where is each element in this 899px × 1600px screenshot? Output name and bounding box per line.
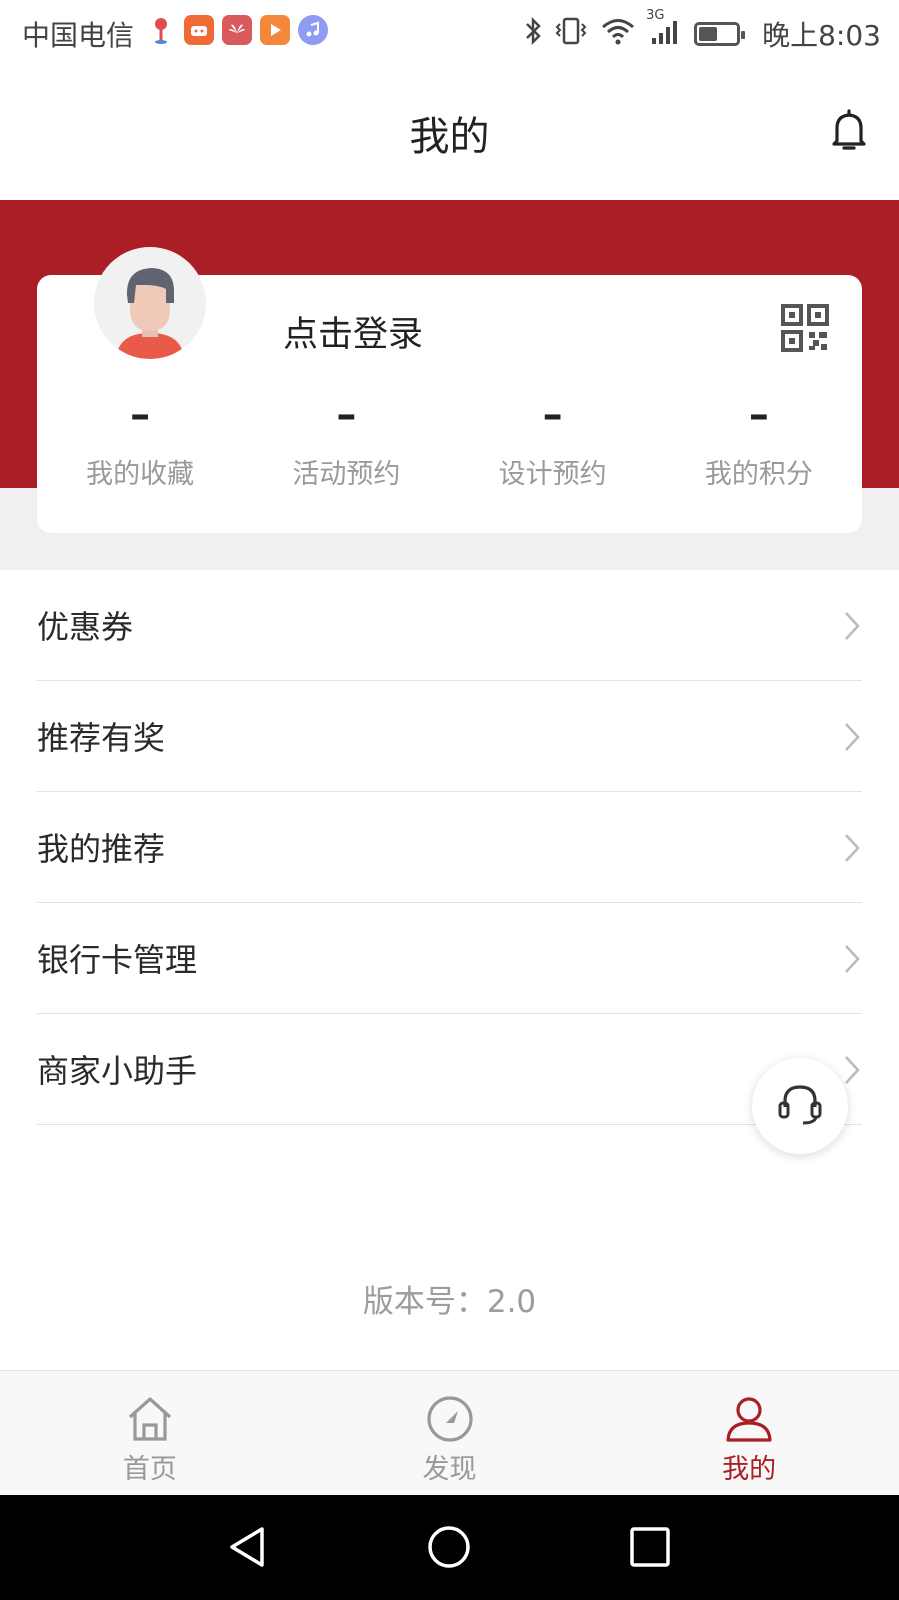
chevron-right-icon: [842, 1054, 862, 1086]
login-link[interactable]: 点击登录: [283, 306, 423, 357]
stat-label: 活动预约: [292, 459, 401, 490]
profile-stats: – 我的收藏 – 活动预约 – 设计预约 – 我的积分: [37, 392, 862, 500]
stat-points[interactable]: – 我的积分: [656, 392, 862, 500]
headset-icon: [775, 1079, 825, 1133]
stat-label: 我的积分: [704, 459, 813, 490]
page-title: 我的: [409, 114, 490, 160]
menu-list: 优惠券 推荐有奖 我的推荐 银行卡管理 商家小助手: [0, 570, 899, 1125]
tab-label: 我的: [722, 1454, 777, 1485]
carrier-name: 中国电信: [22, 19, 135, 52]
menu-item-my-referrals[interactable]: 我的推荐: [37, 792, 862, 903]
music-icon: [298, 15, 328, 45]
menu-item-label: 我的推荐: [37, 830, 166, 868]
customer-service-button[interactable]: [752, 1058, 848, 1154]
tab-home[interactable]: 首页: [0, 1371, 300, 1495]
bottom-tab-bar: 首页 发现 我的: [0, 1370, 899, 1495]
home-icon: [124, 1393, 176, 1445]
stat-value: –: [130, 392, 151, 438]
wifi-icon: [600, 16, 636, 53]
tab-mine[interactable]: 我的: [599, 1371, 899, 1495]
recent-apps-icon[interactable]: [626, 1523, 674, 1571]
notification-icons: [146, 15, 328, 45]
menu-item-label: 银行卡管理: [37, 941, 198, 979]
video-icon: [260, 15, 290, 45]
stat-favorites[interactable]: – 我的收藏: [37, 392, 243, 500]
chevron-right-icon: [842, 832, 862, 864]
tab-label: 首页: [122, 1454, 177, 1485]
battery-icon: [694, 22, 746, 46]
stat-event-booking[interactable]: – 活动预约: [243, 392, 449, 500]
status-time: 晚上8:03: [762, 19, 881, 52]
taobao-icon: [184, 15, 214, 45]
stat-value: –: [748, 392, 769, 438]
avatar[interactable]: [94, 247, 206, 359]
status-right: 3G 晚上8:03: [524, 8, 881, 54]
huawei-icon: [222, 15, 252, 45]
app-header: 我的: [0, 62, 899, 200]
notification-bell-icon[interactable]: [829, 108, 869, 152]
user-icon: [723, 1393, 775, 1445]
qr-code-icon[interactable]: [781, 304, 829, 352]
menu-item-referral-rewards[interactable]: 推荐有奖: [37, 681, 862, 792]
chevron-right-icon: [842, 943, 862, 975]
stat-design-booking[interactable]: – 设计预约: [450, 392, 656, 500]
bluetooth-icon: [524, 16, 542, 53]
menu-item-coupons[interactable]: 优惠券: [37, 570, 862, 681]
menu-item-label: 推荐有奖: [37, 719, 166, 757]
stat-label: 我的收藏: [86, 459, 195, 490]
vibrate-icon: [554, 16, 588, 53]
home-button-icon[interactable]: [425, 1523, 473, 1571]
location-pin-icon: [146, 15, 176, 45]
menu-item-bank-cards[interactable]: 银行卡管理: [37, 903, 862, 1014]
status-bar: 中国电信 3G 晚上8:03: [0, 0, 899, 62]
menu-item-label: 优惠券: [37, 608, 134, 646]
tab-label: 发现: [422, 1454, 477, 1485]
chevron-right-icon: [842, 610, 862, 642]
back-icon[interactable]: [224, 1523, 272, 1571]
version-text: 版本号：2.0: [362, 1284, 537, 1320]
cell-signal-icon: 3G: [646, 8, 682, 53]
tab-discover[interactable]: 发现: [300, 1371, 600, 1495]
stat-label: 设计预约: [498, 459, 607, 490]
menu-item-merchant-assistant[interactable]: 商家小助手: [37, 1014, 862, 1125]
compass-icon: [424, 1393, 476, 1445]
menu-item-label: 商家小助手: [37, 1052, 198, 1090]
stat-value: –: [336, 392, 357, 438]
system-navigation-bar: [0, 1495, 899, 1600]
chevron-right-icon: [842, 721, 862, 753]
stat-value: –: [542, 392, 563, 438]
